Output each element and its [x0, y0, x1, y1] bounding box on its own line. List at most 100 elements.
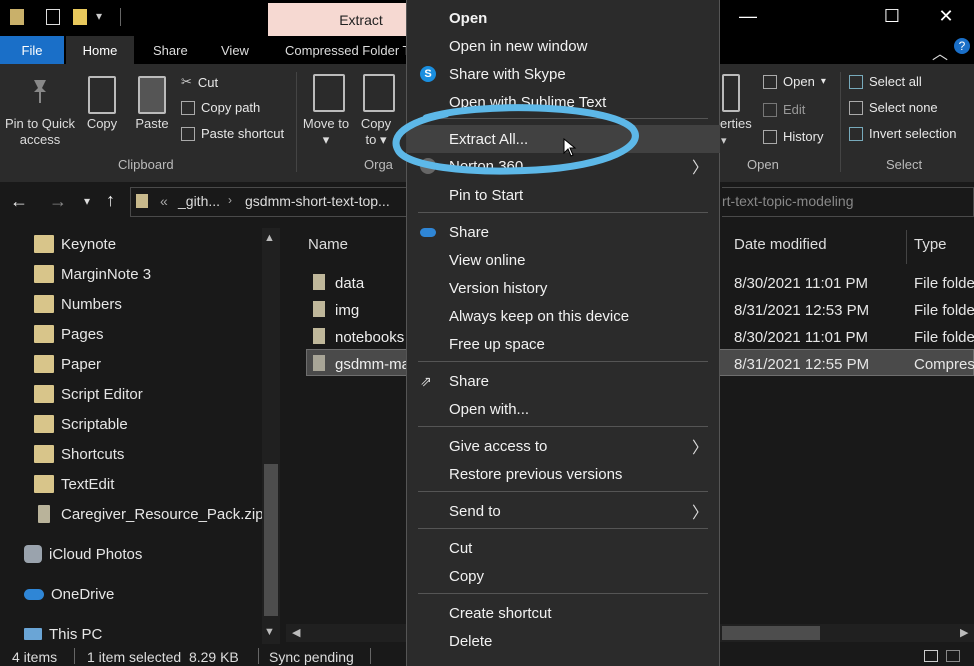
menu-item-send-to[interactable]: Send to 〉 [406, 497, 720, 525]
nav-item-textedit[interactable]: TextEdit [34, 469, 114, 499]
minimize-button[interactable]: — [720, 0, 776, 32]
tab-home[interactable]: Home [66, 36, 134, 64]
nav-item-paper[interactable]: Paper [34, 349, 101, 379]
nav-item-label: TextEdit [61, 475, 115, 493]
file-name[interactable]: img [335, 302, 359, 319]
menu-item-free-space[interactable]: Free up space [406, 330, 720, 358]
maximize-button[interactable]: ☐ [864, 0, 920, 32]
tab-view[interactable]: View [221, 36, 249, 64]
nav-item-this-pc[interactable]: This PC [24, 619, 102, 649]
chevron-down-icon: ▾ [721, 135, 727, 147]
scroll-right-icon[interactable]: ▶ [960, 626, 968, 639]
back-arrow-icon[interactable]: ← [10, 191, 28, 212]
properties-icon [722, 74, 740, 112]
open-group-label: Open [747, 157, 779, 172]
nav-item-numbers[interactable]: Numbers [34, 289, 122, 319]
divider [418, 593, 708, 594]
horizontal-scrollbar-thumb[interactable] [722, 626, 820, 640]
paste-shortcut-button[interactable]: Paste shortcut [181, 126, 284, 141]
scroll-left-icon[interactable]: ◀ [292, 626, 300, 639]
move-to-button[interactable]: Move to ▾ [302, 116, 350, 148]
nav-item-marginnote[interactable]: MarginNote 3 [34, 259, 151, 289]
menu-item-share-skype[interactable]: S Share with Skype [406, 60, 720, 88]
copy-path-label: Copy path [201, 100, 261, 115]
file-name[interactable]: data [335, 275, 364, 292]
menu-item-pin-start[interactable]: Pin to Start [406, 181, 720, 209]
properties-button[interactable]: erties [720, 116, 758, 132]
menu-item-open[interactable]: Open [406, 4, 720, 32]
menu-item-open-with[interactable]: Open with... [406, 395, 720, 423]
menu-item-give-access[interactable]: Give access to 〉 [406, 432, 720, 460]
nav-item-label: Script Editor [61, 385, 143, 403]
tab-share[interactable]: Share [153, 36, 188, 64]
paste-button[interactable]: Paste [130, 116, 174, 132]
menu-item-share[interactable]: ⇗ Share [406, 367, 720, 395]
forward-arrow-icon[interactable]: → [49, 191, 67, 212]
large-icons-view-icon[interactable] [946, 650, 960, 662]
properties-icon[interactable] [46, 9, 60, 25]
breadcrumb-item[interactable]: _gith... [178, 193, 220, 209]
move-to-label: Move to [302, 116, 350, 131]
collapse-ribbon-icon[interactable]: ︿ [932, 40, 948, 64]
help-icon[interactable]: ? [954, 38, 970, 54]
details-view-icon[interactable] [924, 650, 938, 662]
nav-item-scriptable[interactable]: Scriptable [34, 409, 128, 439]
pin-to-quick-access-button[interactable]: Pin to Quick access [2, 116, 78, 148]
menu-item-open-new-window[interactable]: Open in new window [406, 32, 720, 60]
edit-button[interactable]: Edit [763, 102, 805, 117]
history-icon [763, 129, 777, 144]
nav-item-script-editor[interactable]: Script Editor [34, 379, 143, 409]
nav-item-keynote[interactable]: Keynote [34, 229, 116, 259]
nav-item-label: Scriptable [61, 415, 128, 433]
nav-item-onedrive[interactable]: OneDrive [24, 579, 114, 609]
file-name[interactable]: notebooks [335, 329, 404, 346]
menu-item-label: Open in new window [449, 37, 588, 55]
recent-locations-icon[interactable]: ▾ [84, 194, 90, 208]
scroll-down-icon[interactable]: ▼ [264, 626, 275, 638]
copy-path-button[interactable]: Copy path [181, 100, 260, 115]
menu-item-delete[interactable]: Delete [406, 627, 720, 655]
file-name[interactable]: gsdmm-ma [335, 356, 410, 373]
tab-file[interactable]: File [0, 36, 64, 64]
history-button[interactable]: History [763, 129, 823, 144]
scroll-up-icon[interactable]: ▲ [264, 232, 275, 244]
move-to-icon [313, 74, 345, 112]
up-arrow-icon[interactable]: ↑ [106, 190, 115, 211]
nav-item-icloud-photos[interactable]: iCloud Photos [24, 539, 142, 569]
menu-item-view-online[interactable]: View online [406, 246, 720, 274]
menu-item-version-history[interactable]: Version history [406, 274, 720, 302]
breadcrumb-item[interactable]: gsdmm-short-text-top... [245, 193, 390, 209]
select-all-button[interactable]: Select all [849, 74, 922, 89]
nav-item-pages[interactable]: Pages [34, 319, 104, 349]
open-button[interactable]: Open ▾ [763, 74, 826, 89]
folder-icon [313, 328, 325, 344]
invert-selection-button[interactable]: Invert selection [849, 126, 956, 141]
divider [906, 230, 907, 264]
onedrive-cloud-icon [24, 588, 44, 600]
computer-icon [24, 628, 42, 640]
quick-access-dropdown-icon[interactable]: ▾ [96, 9, 102, 23]
close-button[interactable]: ✕ [918, 0, 974, 32]
nav-item-shortcuts[interactable]: Shortcuts [34, 439, 124, 469]
nav-item-zip-file[interactable]: Caregiver_Resource_Pack.zip [34, 499, 264, 529]
tab-compressed-folder-tools[interactable]: Compressed Folder T [285, 36, 410, 64]
share-icon: ⇗ [420, 373, 432, 389]
menu-item-label: Share [449, 372, 490, 390]
close-icon: ✕ [938, 5, 954, 26]
cut-button[interactable]: ✂ Cut [181, 74, 218, 90]
menu-item-label: Create shortcut [449, 604, 552, 622]
menu-item-copy[interactable]: Copy [406, 562, 720, 590]
copy-button[interactable]: Copy [82, 116, 122, 132]
column-header-date[interactable]: Date modified [734, 236, 827, 253]
column-header-type[interactable]: Type [914, 236, 947, 253]
menu-item-restore-versions[interactable]: Restore previous versions [406, 460, 720, 488]
nav-scrollbar-thumb[interactable] [264, 464, 278, 616]
column-header-name[interactable]: Name [308, 236, 348, 253]
menu-item-onedrive-share[interactable]: Share [406, 218, 720, 246]
select-none-button[interactable]: Select none [849, 100, 938, 115]
menu-item-create-shortcut[interactable]: Create shortcut [406, 599, 720, 627]
new-folder-icon[interactable] [73, 9, 87, 25]
breadcrumb-separator-icon[interactable]: › [228, 193, 232, 207]
menu-item-cut[interactable]: Cut [406, 534, 720, 562]
menu-item-always-keep[interactable]: Always keep on this device [406, 302, 720, 330]
